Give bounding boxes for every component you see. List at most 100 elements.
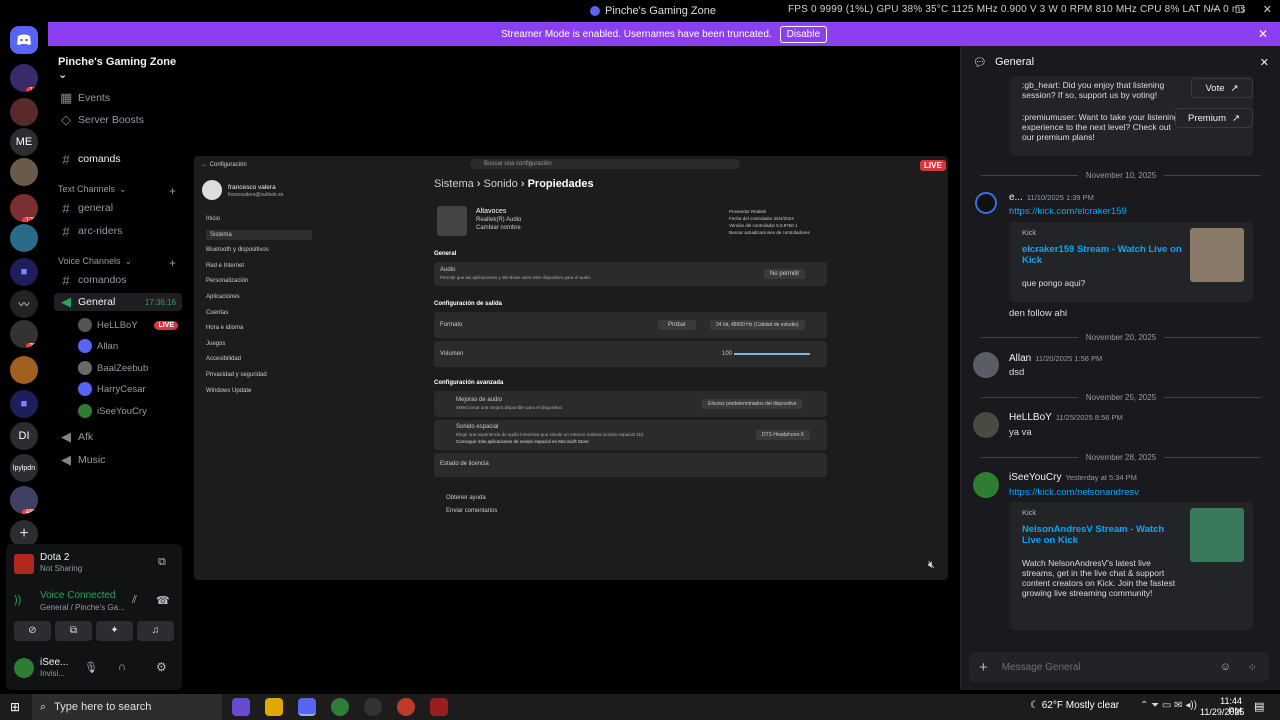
stream-video[interactable]: LIVE ← Configuración Buscar una configur… xyxy=(194,156,948,580)
voice-channels-category[interactable]: Voice Channels ⌄ + xyxy=(58,256,176,270)
voice-user[interactable]: BaalZeebub xyxy=(78,360,178,376)
avatar[interactable] xyxy=(973,412,999,438)
gear-icon[interactable]: ⚙ xyxy=(156,660,167,674)
speaker-icon: ◀ xyxy=(61,429,71,444)
embed-title-link[interactable]: elcraker159 Stream - Watch Live on Kick xyxy=(1022,244,1182,266)
file-explorer-icon[interactable] xyxy=(265,698,283,716)
voice-user[interactable]: HeLLBoY LIVE xyxy=(78,317,178,333)
channel-arc-riders[interactable]: # arc-riders xyxy=(54,222,182,240)
chrome-icon[interactable] xyxy=(331,698,349,716)
message-link[interactable]: https://kick.com/nelsonandresv xyxy=(1009,487,1139,498)
avatar[interactable] xyxy=(975,192,997,214)
folder-icon[interactable]: ■ xyxy=(10,390,38,418)
server-icon[interactable]: 10 xyxy=(10,64,38,92)
voice-user[interactable]: HarryCesar xyxy=(78,381,178,397)
server-icon[interactable] xyxy=(10,224,38,252)
voice-channel-comandos[interactable]: # comandos xyxy=(54,271,182,289)
message-author[interactable]: e... 11/10/2025 1:39 PM xyxy=(1009,192,1094,203)
vote-button[interactable]: Vote ↗ xyxy=(1191,78,1253,98)
server-icon[interactable]: 〰 xyxy=(10,290,38,318)
server-icon[interactable] xyxy=(10,98,38,126)
disconnect-icon[interactable]: ☎ xyxy=(156,594,170,607)
voice-user[interactable]: iSeeYouCry xyxy=(78,403,178,419)
channel-comands[interactable]: # comands xyxy=(54,150,182,168)
add-attachment-icon[interactable]: + xyxy=(979,659,988,676)
discord-home-icon[interactable] xyxy=(10,26,38,54)
apps-icon[interactable]: ⁘ xyxy=(1248,661,1257,674)
server-icon[interactable]: ME xyxy=(10,128,38,156)
screen-share-icon[interactable]: ⧉ xyxy=(55,621,92,641)
server-boosts-item[interactable]: ◇ Server Boosts xyxy=(54,111,182,129)
weather-widget[interactable]: ☾ 62°F Mostly clear xyxy=(1030,700,1119,711)
server-icon[interactable]: 123 xyxy=(10,194,38,222)
dota-icon[interactable] xyxy=(430,698,448,716)
message-link[interactable]: https://kick.com/elcraker159 xyxy=(1009,206,1127,217)
chrome-icon[interactable] xyxy=(397,698,415,716)
add-channel-icon[interactable]: + xyxy=(169,256,176,270)
disable-streamer-button[interactable]: Disable xyxy=(779,25,828,43)
microphone-icon[interactable]: 🎙︎ xyxy=(84,661,98,674)
avatar xyxy=(78,361,92,375)
user-panel: Dota 2 Not Sharing ⧉ )) Voice Connected … xyxy=(6,544,182,690)
channel-general[interactable]: # general xyxy=(54,199,182,217)
device-info: Proveedor Realtek xyxy=(729,209,767,214)
folder-icon[interactable]: ■ xyxy=(10,258,38,286)
camera-off-icon[interactable]: ⊘ xyxy=(14,621,51,641)
text-channels-category[interactable]: Text Channels ⌄ + xyxy=(58,184,176,198)
server-icon[interactable] xyxy=(10,356,38,384)
tray-icons[interactable]: ⌃ ⏷ ▭ ✉ ◂)) xyxy=(1140,700,1197,711)
message-author[interactable]: Allan 11/20/2025 1:58 PM xyxy=(1009,353,1102,364)
share-screen-icon[interactable]: ⧉ xyxy=(158,556,166,569)
voice-channel-music[interactable]: ◀ Music xyxy=(54,451,182,469)
message-author[interactable]: HeLLBoY 11/25/2025 8:56 PM xyxy=(1009,412,1123,423)
link-embed: Kick elcraker159 Stream - Watch Live on … xyxy=(1009,222,1253,302)
taskbar-search[interactable]: ⌕ Type here to search xyxy=(32,694,222,720)
server-icon[interactable]: 482 xyxy=(10,486,38,514)
voice-user[interactable]: Allan xyxy=(78,338,178,354)
windows-start-icon[interactable]: ⊞ xyxy=(10,700,20,714)
mute-icon[interactable]: 🔇︎ xyxy=(928,559,935,572)
message-input[interactable]: + Message General ☺ ⁘ xyxy=(969,652,1269,682)
close-icon[interactable]: ✕ xyxy=(1260,56,1269,69)
voice-location[interactable]: General / Pinche's Ga... xyxy=(40,603,125,612)
server-icon[interactable] xyxy=(10,158,38,186)
notifications-icon[interactable]: ▤ xyxy=(1254,700,1264,713)
embed-title-link[interactable]: NelsonAndresV Stream - Watch Live on Kic… xyxy=(1022,524,1182,546)
steam-icon[interactable] xyxy=(364,698,382,716)
settings-nav-item: Sistema xyxy=(206,229,312,240)
settings-nav-item: Privacidad y seguridad xyxy=(206,372,267,378)
avatar[interactable] xyxy=(973,352,999,378)
events-item[interactable]: ▦ Events xyxy=(54,89,182,107)
message-author[interactable]: iSeeYouCry Yesterday at 5:34 PM xyxy=(1009,472,1137,483)
headphones-icon[interactable]: ∩ xyxy=(118,661,126,673)
avatar[interactable] xyxy=(14,658,34,678)
help-link: Obtener ayuda xyxy=(446,495,486,501)
add-channel-icon[interactable]: + xyxy=(169,184,176,198)
clock-date[interactable]: 11/29/2025 xyxy=(1200,707,1244,717)
settings-nav-item: Cuentas xyxy=(206,309,229,316)
settings-nav-item: Inicio xyxy=(206,216,221,222)
server-icon[interactable]: lpylpdn xyxy=(10,454,38,482)
calendar-icon: ▦ xyxy=(60,90,73,105)
profile-avatar xyxy=(202,180,222,200)
maximize-button[interactable]: ☐ xyxy=(1235,3,1245,16)
soundboard-icon[interactable]: ♫ xyxy=(137,621,174,641)
speaker-device-icon xyxy=(437,206,467,236)
close-window-button[interactable]: ✕ xyxy=(1263,3,1272,16)
voice-channel-general[interactable]: ◀ General 17:36:16 xyxy=(54,293,182,311)
premium-button[interactable]: Premium ↗ xyxy=(1175,108,1253,128)
activities-icon[interactable]: ✦ xyxy=(96,621,133,641)
server-icon[interactable]: 35 xyxy=(10,320,38,348)
copilot-icon[interactable] xyxy=(232,698,250,716)
settings-nav-item: Juegos xyxy=(206,340,226,347)
avatar xyxy=(78,318,92,332)
minimize-button[interactable]: – xyxy=(1211,3,1217,16)
guild-header[interactable]: Pinche's Gaming Zone ⌄ xyxy=(58,56,188,81)
voice-channel-afk[interactable]: ◀ Afk xyxy=(54,428,182,446)
server-icon[interactable]: DI xyxy=(10,422,38,450)
discord-app-icon[interactable] xyxy=(298,698,316,716)
emoji-icon[interactable]: ☺ xyxy=(1220,661,1231,673)
noise-suppression-icon[interactable]: ⫽ xyxy=(132,594,137,607)
avatar[interactable] xyxy=(973,472,999,498)
close-icon[interactable]: ✕ xyxy=(1258,27,1268,41)
